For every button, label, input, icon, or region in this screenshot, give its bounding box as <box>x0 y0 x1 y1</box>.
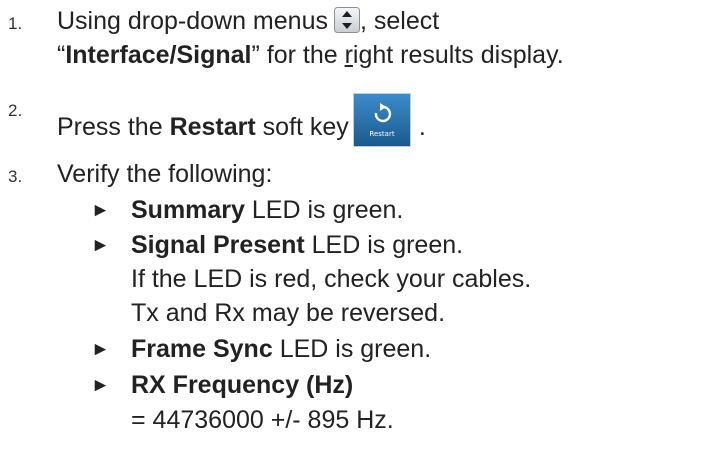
signal-present-note-1: If the LED is red, check your cables. <box>131 265 532 293</box>
bullet-summary: ► Summary LED is green. <box>91 196 404 224</box>
bullet-signal-present: ► Signal Present LED is green. <box>91 231 464 259</box>
step-number: 3. <box>8 167 23 186</box>
step-number: 1. <box>8 14 23 33</box>
signal-present-note-2: Tx and Rx may be reversed. <box>131 299 446 327</box>
step-1-line-1: Using drop-down menus , select <box>57 7 440 35</box>
right-pointer-icon: ► <box>91 339 110 360</box>
right-pointer-icon: ► <box>91 235 110 256</box>
bullet-rx-frequency: ► RX Frequency (Hz) <box>91 371 354 399</box>
dropdown-updown-icon <box>333 7 360 33</box>
step-3-line: Verify the following: <box>57 160 273 188</box>
restart-icon-label: Restart <box>369 130 394 138</box>
step-2-line: Press the Restart soft key Restart . <box>57 93 426 147</box>
right-pointer-icon: ► <box>91 375 110 396</box>
rx-frequency-value: = 44736000 +/- 895 Hz. <box>131 406 394 434</box>
bullet-frame-sync: ► Frame Sync LED is green. <box>91 335 432 363</box>
right-pointer-icon: ► <box>91 200 110 221</box>
restart-softkey-icon: Restart <box>352 93 411 147</box>
step-1-line-2: “Interface/Signal” for the right results… <box>57 41 564 69</box>
step-number: 2. <box>8 101 23 120</box>
